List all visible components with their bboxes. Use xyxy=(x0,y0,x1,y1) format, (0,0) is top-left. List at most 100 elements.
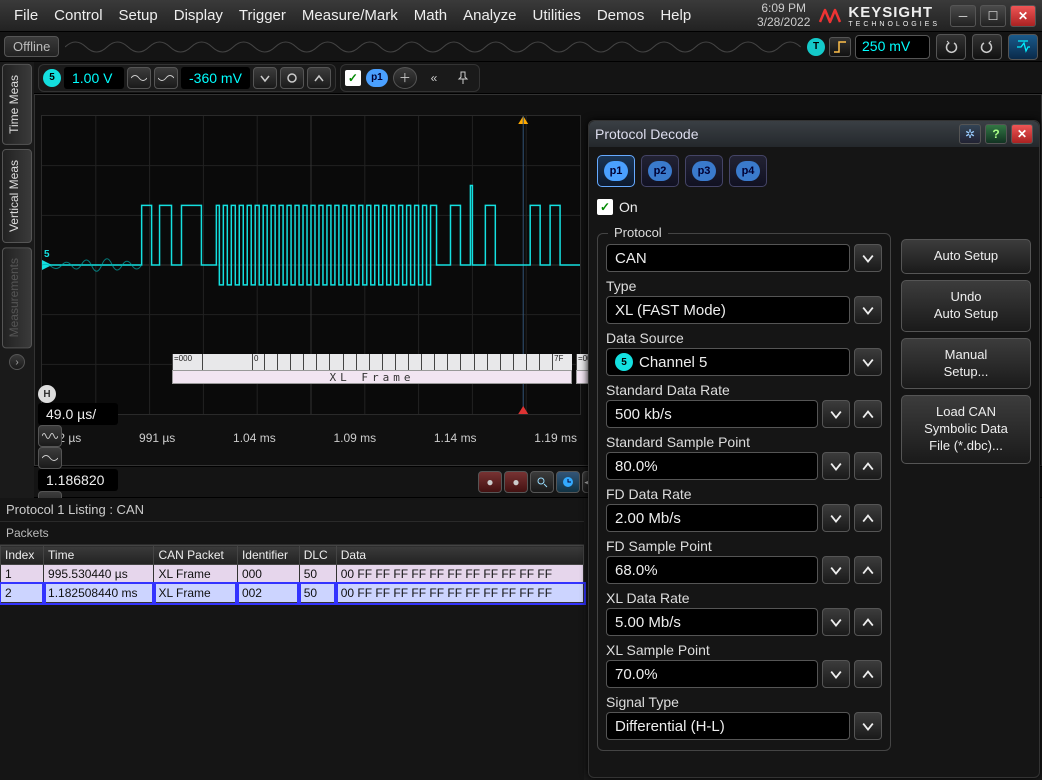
data-source-select[interactable]: 5Channel 5 xyxy=(606,348,850,376)
history-button[interactable] xyxy=(556,471,580,493)
xl-sample-point-input[interactable]: 70.0% xyxy=(606,660,818,688)
menu-trigger[interactable]: Trigger xyxy=(231,3,294,28)
menu-analyze[interactable]: Analyze xyxy=(455,3,524,28)
increment-button[interactable] xyxy=(854,504,882,532)
increment-button[interactable] xyxy=(854,452,882,480)
waveform-canvas[interactable]: 5 =000 0 7F XL Frame =002 xyxy=(41,115,581,415)
clock-date: 3/28/2022 xyxy=(757,16,810,29)
protocol-select[interactable]: CAN xyxy=(606,244,850,272)
chevron-down-icon[interactable] xyxy=(854,296,882,324)
touch-toggle[interactable] xyxy=(1008,34,1038,60)
decrement-button[interactable] xyxy=(822,452,850,480)
decrement-button[interactable] xyxy=(822,660,850,688)
timebase-compress-icon[interactable] xyxy=(38,447,62,469)
menu-control[interactable]: Control xyxy=(46,3,110,28)
increment-button[interactable] xyxy=(854,556,882,584)
increment-button[interactable] xyxy=(854,660,882,688)
maximize-button[interactable]: ☐ xyxy=(980,5,1006,27)
minimize-button[interactable]: ─ xyxy=(950,5,976,27)
decrement-button[interactable] xyxy=(822,504,850,532)
add-button[interactable]: ＋ xyxy=(393,67,417,89)
load-dbc-button[interactable]: Load CAN Symbolic Data File (*.dbc)... xyxy=(901,395,1031,464)
timebase-scale[interactable]: 49.0 µs/ xyxy=(38,403,118,425)
protocol-tab-p1[interactable]: p1 xyxy=(597,155,635,187)
protocol-tab-p3[interactable]: p3 xyxy=(685,155,723,187)
horizontal-badge[interactable]: H xyxy=(38,385,56,403)
collapse-left-icon[interactable]: « xyxy=(422,67,446,89)
gear-icon[interactable]: ✲ xyxy=(959,124,981,144)
col-identifier[interactable]: Identifier xyxy=(237,546,299,565)
timebase-expand-icon[interactable] xyxy=(38,425,62,447)
col-index[interactable]: Index xyxy=(1,546,44,565)
col-data[interactable]: Data xyxy=(336,546,583,565)
clock: 6:09 PM 3/28/2022 xyxy=(757,2,810,28)
channel-5-badge[interactable]: 5 xyxy=(43,69,61,87)
signal-type-select[interactable]: Differential (H-L) xyxy=(606,712,850,740)
on-checkbox[interactable]: ✓ xyxy=(597,199,613,215)
tab-measurements[interactable]: Measurements xyxy=(2,247,32,348)
xl-sample-point-label: XL Sample Point xyxy=(606,642,882,658)
menu-utilities[interactable]: Utilities xyxy=(524,3,588,28)
menu-help[interactable]: Help xyxy=(652,3,699,28)
trigger-badge[interactable]: T xyxy=(807,38,825,56)
menu-demos[interactable]: Demos xyxy=(589,3,653,28)
col-can-packet[interactable]: CAN Packet xyxy=(154,546,237,565)
panel-titlebar[interactable]: Protocol Decode ✲ ? ✕ xyxy=(589,121,1039,147)
offset-down-button[interactable] xyxy=(253,67,277,89)
trigger-level[interactable]: 250 mV xyxy=(855,35,930,59)
decrement-button[interactable] xyxy=(822,556,850,584)
col-dlc[interactable]: DLC xyxy=(299,546,336,565)
increment-button[interactable] xyxy=(854,608,882,636)
std-sample-point-input[interactable]: 80.0% xyxy=(606,452,818,480)
menu-file[interactable]: File xyxy=(6,3,46,28)
stop-button[interactable]: ● xyxy=(504,471,528,493)
undo-auto-setup-button[interactable]: Undo Auto Setup xyxy=(901,280,1031,332)
protocol-tab-p4[interactable]: p4 xyxy=(729,155,767,187)
listing-section[interactable]: Packets xyxy=(0,522,584,545)
expand-handle[interactable]: › xyxy=(9,354,25,370)
increment-button[interactable] xyxy=(854,400,882,428)
coupling-ac-icon[interactable] xyxy=(127,67,151,89)
protocol-tabs: p1 p2 p3 p4 xyxy=(597,155,891,187)
decrement-button[interactable] xyxy=(822,608,850,636)
p1-badge[interactable]: p1 xyxy=(366,69,388,87)
menu-display[interactable]: Display xyxy=(166,3,231,28)
manual-setup-button[interactable]: Manual Setup... xyxy=(901,338,1031,390)
offset-zero-button[interactable] xyxy=(280,67,304,89)
table-row[interactable]: 2 1.182508440 ms XL Frame 002 50 00 FF F… xyxy=(1,584,584,603)
fd-rate-input[interactable]: 2.00 Mb/s xyxy=(606,504,818,532)
auto-setup-button[interactable]: Auto Setup xyxy=(901,239,1031,274)
col-time[interactable]: Time xyxy=(44,546,154,565)
chevron-down-icon[interactable] xyxy=(854,244,882,272)
chevron-down-icon[interactable] xyxy=(854,712,882,740)
xl-rate-input[interactable]: 5.00 Mb/s xyxy=(606,608,818,636)
menu-math[interactable]: Math xyxy=(406,3,455,28)
fd-sample-point-input[interactable]: 68.0% xyxy=(606,556,818,584)
window-close-button[interactable]: ✕ xyxy=(1010,5,1036,27)
decrement-button[interactable] xyxy=(822,400,850,428)
protocol-enable-checkbox[interactable]: ✓ xyxy=(345,70,361,86)
edge-rising-icon[interactable] xyxy=(829,37,851,57)
type-select[interactable]: XL (FAST Mode) xyxy=(606,296,850,324)
record-button[interactable]: ● xyxy=(478,471,502,493)
close-icon[interactable]: ✕ xyxy=(1011,124,1033,144)
help-icon[interactable]: ? xyxy=(985,124,1007,144)
menu-measure-mark[interactable]: Measure/Mark xyxy=(294,3,406,28)
protocol-tab-p2[interactable]: p2 xyxy=(641,155,679,187)
search-button[interactable] xyxy=(530,471,554,493)
redo-button[interactable] xyxy=(972,34,1002,60)
timebase-position[interactable]: 1.186820 xyxy=(38,469,118,491)
run-status[interactable]: Offline xyxy=(4,36,59,57)
tab-time-meas[interactable]: Time Meas xyxy=(2,64,32,145)
undo-button[interactable] xyxy=(936,34,966,60)
coupling-dc-icon[interactable] xyxy=(154,67,178,89)
table-row[interactable]: 1 995.530440 µs XL Frame 000 50 00 FF FF… xyxy=(1,565,584,584)
tab-vertical-meas[interactable]: Vertical Meas xyxy=(2,149,32,243)
chevron-down-icon[interactable] xyxy=(854,348,882,376)
vertical-offset[interactable]: -360 mV xyxy=(181,67,250,89)
vertical-scale[interactable]: 1.00 V xyxy=(64,67,124,89)
pin-icon[interactable] xyxy=(451,67,475,89)
menu-setup[interactable]: Setup xyxy=(111,3,166,28)
std-rate-input[interactable]: 500 kb/s xyxy=(606,400,818,428)
offset-up-button[interactable] xyxy=(307,67,331,89)
